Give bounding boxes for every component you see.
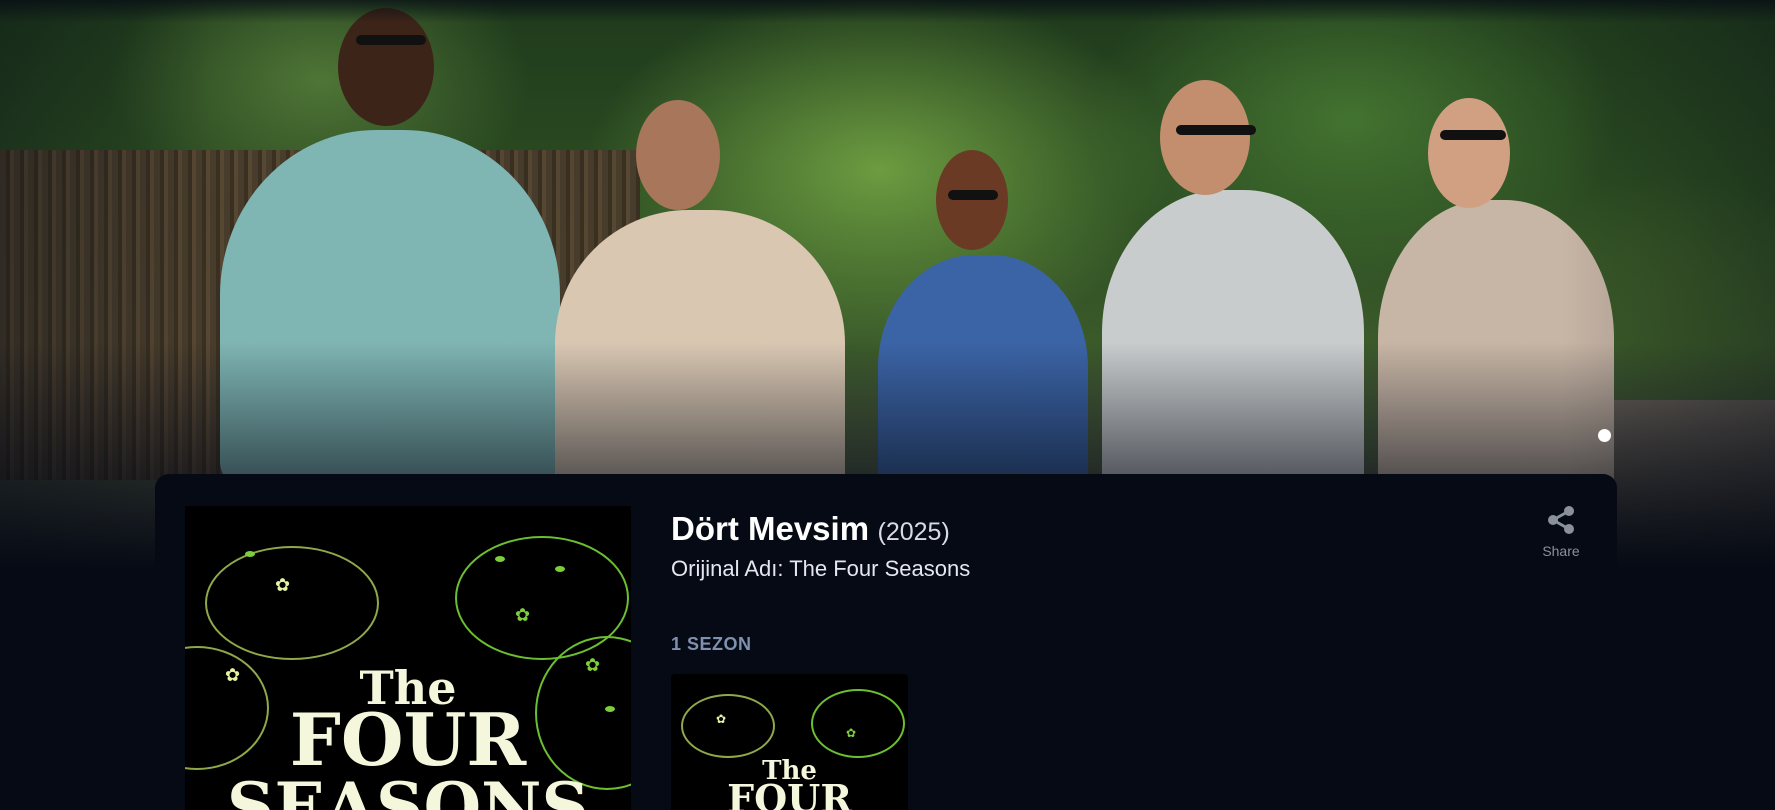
share-icon xyxy=(1548,506,1574,534)
share-button[interactable]: Share xyxy=(1533,504,1589,559)
vine-decoration xyxy=(681,694,775,758)
carousel-dot-active[interactable] xyxy=(1598,429,1611,442)
show-year: (2025) xyxy=(877,518,950,546)
poster-title-line: FOUR xyxy=(289,697,527,782)
show-title: Dört Mevsim xyxy=(671,510,870,547)
flower-decoration: ✿ xyxy=(846,726,857,740)
leaf-decoration xyxy=(555,566,565,572)
vine-decoration xyxy=(205,546,379,660)
leaf-decoration xyxy=(495,556,505,562)
show-detail-panel: ✿ ✿ ✿ ✿ The FOUR SEASONS Dört Mevsim (20… xyxy=(155,474,1617,810)
share-label: Share xyxy=(1542,543,1580,559)
vine-decoration xyxy=(811,689,905,758)
original-title: Orijinal Adı: The Four Seasons xyxy=(671,556,971,581)
flower-decoration: ✿ xyxy=(275,575,291,595)
season-1-card[interactable]: ✿ ✿ The FOUR xyxy=(671,674,908,810)
season-count-label: 1 SEZON xyxy=(671,634,752,654)
poster-title-line: SEASONS xyxy=(226,768,590,810)
season-thumb-title-line: FOUR xyxy=(727,776,852,810)
flower-decoration: ✿ xyxy=(515,605,531,625)
flower-decoration: ✿ xyxy=(716,712,727,726)
show-poster: ✿ ✿ ✿ ✿ The FOUR SEASONS xyxy=(185,506,631,810)
title-row: Dört Mevsim (2025) xyxy=(671,510,950,548)
leaf-decoration xyxy=(245,551,255,557)
